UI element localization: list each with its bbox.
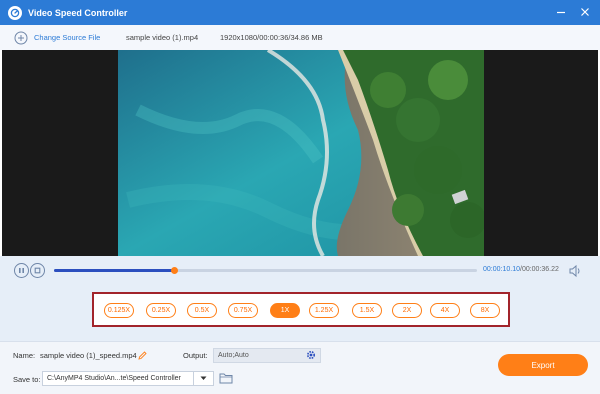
edit-name-icon[interactable]	[138, 351, 147, 360]
output-name: sample video (1)_speed.mp4	[40, 351, 137, 360]
source-bar: Change Source File sample video (1).mp4 …	[0, 25, 600, 50]
output-settings: Name: sample video (1)_speed.mp4 Output:…	[0, 341, 600, 394]
speed-button-0-25x[interactable]: 0.25X	[146, 303, 176, 318]
save-to-label: Save to:	[13, 375, 41, 384]
speed-button-1x[interactable]: 1X	[270, 303, 300, 318]
close-icon[interactable]	[578, 5, 592, 19]
video-frame	[118, 50, 484, 256]
video-preview-area	[2, 50, 598, 256]
current-time: 00:00:10.10	[483, 266, 520, 273]
window-title: Video Speed Controller	[28, 7, 128, 18]
speed-button-2x[interactable]: 2X	[392, 303, 422, 318]
chevron-down-icon[interactable]	[193, 371, 214, 386]
speed-button-8x[interactable]: 8X	[470, 303, 500, 318]
folder-icon[interactable]	[219, 372, 233, 384]
name-label: Name:	[13, 351, 36, 360]
export-button[interactable]: Export	[498, 354, 588, 376]
title-bar: Video Speed Controller	[0, 0, 600, 25]
source-file-info: 1920x1080/00:00:36/34.86 MB	[220, 33, 323, 42]
output-label: Output:	[183, 351, 208, 360]
progress-handle[interactable]	[171, 267, 179, 274]
speed-button-1-5x[interactable]: 1.5X	[352, 303, 382, 318]
add-file-icon[interactable]	[14, 31, 28, 45]
speed-panel: 0.125X 0.25X 0.5X 0.75X 1X 1.25X 1.5X 2X 4X 8X	[0, 286, 600, 341]
source-file-name: sample video (1).mp4	[126, 33, 199, 42]
speed-button-4x[interactable]: 4X	[430, 303, 460, 318]
speed-button-1-25x[interactable]: 1.25X	[309, 303, 339, 318]
player-controls: 00:00:10.10/00:00:36.22	[0, 256, 600, 286]
minimize-icon[interactable]	[554, 5, 568, 19]
pause-icon[interactable]	[14, 263, 29, 278]
change-source-file-button[interactable]: Change Source File	[34, 33, 100, 42]
time-display: 00:00:10.10/00:00:36.22	[483, 266, 559, 273]
speed-button-0-125x[interactable]: 0.125X	[104, 303, 134, 318]
speed-button-0-5x[interactable]: 0.5X	[187, 303, 217, 318]
speed-button-0-75x[interactable]: 0.75X	[228, 303, 258, 318]
speed-options-group: 0.125X 0.25X 0.5X 0.75X 1X 1.25X 1.5X 2X 4X 8X	[92, 292, 510, 327]
stop-icon[interactable]	[30, 263, 45, 278]
gear-icon[interactable]	[305, 349, 317, 361]
total-time: 00:00:36.22	[521, 266, 559, 273]
progress-fill	[54, 269, 175, 272]
volume-icon[interactable]	[568, 264, 582, 278]
save-path-field[interactable]: C:\AnyMP4 Studio\An...te\Speed Controlle…	[42, 371, 214, 386]
gauge-icon	[8, 5, 22, 20]
progress-track[interactable]	[54, 267, 477, 274]
